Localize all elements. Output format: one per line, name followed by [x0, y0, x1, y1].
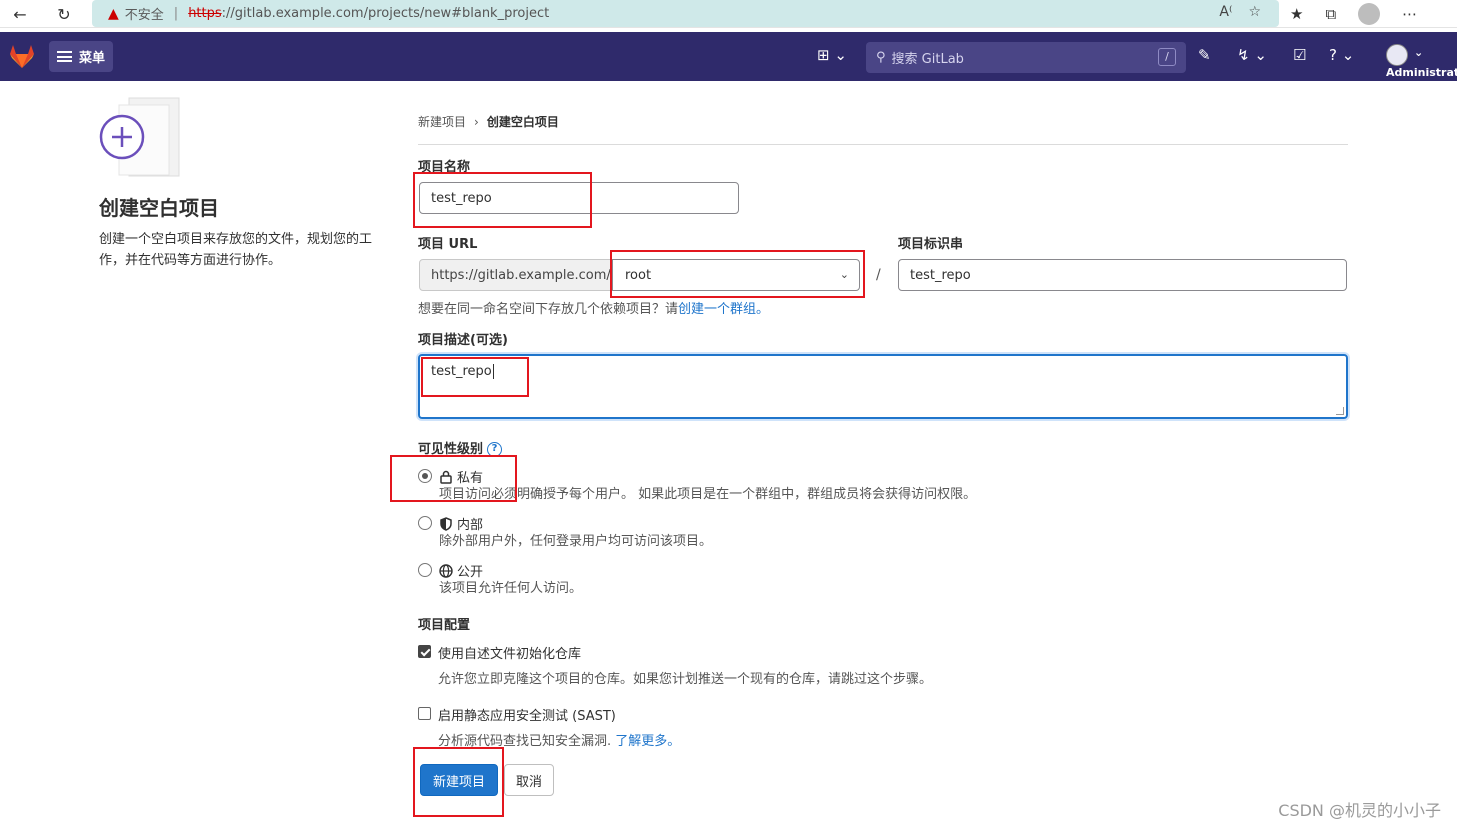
search-icon: ⚲ — [876, 50, 886, 65]
breadcrumb: 新建项目 › 创建空白项目 — [418, 113, 559, 130]
gitlab-header: 菜单 ⊞ ⌄ ⚲ 搜索 GitLab / ✎ ↯ ⌄ ☑ ? ⌄ ⌄ Admin… — [0, 32, 1457, 81]
blank-project-illustration — [99, 97, 180, 177]
visibility-desc: 该项目允许任何人访问。 — [439, 581, 583, 596]
visibility-title: 私有 — [457, 471, 484, 486]
add-favorite-icon[interactable]: ☆ — [1248, 4, 1261, 20]
create-project-button[interactable]: 新建项目 — [420, 764, 498, 796]
help-question-icon[interactable]: ? — [487, 442, 503, 457]
profile-icon[interactable] — [1358, 3, 1381, 25]
cancel-button[interactable]: 取消 — [504, 764, 554, 796]
visibility-internal-option[interactable]: 内部 除外部用户外，任何登录用户均可访问该项目。 — [418, 514, 712, 550]
read-aloud-icon[interactable]: A⁽ — [1219, 4, 1232, 20]
project-slug-value: test_repo — [910, 267, 971, 283]
reload-icon[interactable]: ↻ — [50, 0, 78, 28]
project-description-textarea[interactable]: test_repo — [418, 354, 1348, 419]
search-placeholder: 搜索 GitLab — [891, 52, 964, 67]
project-name-input[interactable]: test_repo — [419, 182, 739, 214]
page-description: 创建一个空白项目来存放您的文件，规划您的工作，并在代码等方面进行协作。 — [99, 232, 373, 268]
issues-icon[interactable]: ✎ — [1198, 46, 1211, 64]
readme-option[interactable]: 使用自述文件初始化仓库 — [418, 643, 581, 662]
more-icon[interactable]: ⋯ — [1402, 5, 1417, 23]
breadcrumb-current: 创建空白项目 — [486, 115, 559, 129]
readme-label: 使用自述文件初始化仓库 — [438, 647, 582, 662]
sast-label: 启用静态应用安全测试 (SAST) — [438, 709, 616, 724]
gitlab-logo-icon[interactable] — [8, 42, 36, 70]
project-name-label: 项目名称 — [418, 160, 471, 175]
breadcrumb-parent[interactable]: 新建项目 — [418, 113, 466, 130]
user-name: Administrator — [1386, 66, 1457, 79]
divider — [418, 144, 1348, 145]
watermark: CSDN @机灵的小小子 — [1278, 801, 1441, 820]
project-slug-input[interactable]: test_repo — [898, 259, 1347, 291]
project-description-label: 项目描述(可选) — [418, 333, 508, 348]
visibility-title: 内部 — [457, 518, 484, 533]
lock-icon — [440, 470, 452, 484]
readme-description: 允许您立即克隆这个项目的仓库。如果您计划推送一个现有的仓库，请跳过这个步骤。 — [438, 672, 933, 687]
readme-checkbox[interactable] — [418, 645, 431, 658]
url-scheme: https — [188, 6, 222, 21]
url-separator: / — [876, 267, 881, 283]
search-shortcut: / — [1158, 48, 1176, 66]
merge-requests-icon[interactable]: ↯ ⌄ — [1237, 46, 1267, 64]
project-config-label: 项目配置 — [418, 618, 471, 633]
menu-label: 菜单 — [79, 51, 106, 66]
resize-handle[interactable] — [1336, 407, 1344, 415]
todos-icon[interactable]: ☑ — [1293, 46, 1306, 64]
radio-private[interactable] — [418, 469, 432, 483]
sast-option[interactable]: 启用静态应用安全测试 (SAST) — [418, 705, 616, 724]
visibility-desc: 项目访问必须明确授予每个用户。 如果此项目是在一个群组中，群组成员将会获得访问权… — [439, 487, 977, 502]
globe-icon — [439, 563, 453, 578]
favorites-icon[interactable]: ★ — [1290, 5, 1303, 23]
project-slug-label: 项目标识串 — [898, 237, 964, 252]
group-help-text: 想要在同一命名空间下存放几个依赖项目？请创建一个群组。 — [418, 302, 770, 317]
url-text: ://gitlab.example.com/projects/new#blank… — [221, 6, 550, 21]
namespace-select[interactable]: root ⌄ — [612, 259, 860, 291]
visibility-public-option[interactable]: 公开 该项目允许任何人访问。 — [418, 561, 582, 597]
new-item-icon[interactable]: ⊞ ⌄ — [817, 46, 847, 64]
chevron-right-icon: › — [474, 114, 479, 129]
visibility-title: 公开 — [457, 565, 484, 580]
insecure-label: 不安全 — [124, 8, 164, 23]
chevron-down-icon: ⌄ — [1414, 46, 1424, 59]
visibility-private-option[interactable]: 私有 项目访问必须明确授予每个用户。 如果此项目是在一个群组中，群组成员将会获得… — [418, 467, 976, 503]
learn-more-link[interactable]: 了解更多。 — [615, 734, 680, 749]
project-name-value: test_repo — [431, 190, 492, 206]
project-description-value: test_repo — [431, 364, 492, 379]
sast-checkbox[interactable] — [418, 707, 431, 720]
url-prefix: https://gitlab.example.com/ — [419, 259, 612, 291]
sast-description: 分析源代码查找已知安全漏洞. 了解更多。 — [438, 734, 681, 749]
address-bar[interactable]: ▲ 不安全 | https://gitlab.example.com/proje… — [92, 0, 1279, 27]
visibility-label: 可见性级别? — [418, 438, 503, 457]
avatar — [1386, 44, 1408, 66]
visibility-desc: 除外部用户外，任何登录用户均可访问该项目。 — [439, 534, 713, 549]
radio-internal[interactable] — [418, 516, 432, 530]
namespace-value: root — [625, 267, 652, 283]
page-title: 创建空白项目 — [99, 196, 219, 220]
collections-icon[interactable]: ⧉ — [1325, 5, 1336, 23]
browser-toolbar: ← ↻ ▲ 不安全 | https://gitlab.example.com/p… — [0, 0, 1457, 28]
help-icon[interactable]: ? ⌄ — [1329, 46, 1354, 64]
back-icon[interactable]: ← — [6, 0, 34, 28]
create-group-link[interactable]: 创建一个群组。 — [678, 302, 769, 317]
hamburger-icon — [57, 51, 72, 62]
menu-button[interactable]: 菜单 — [49, 41, 113, 72]
search-input[interactable]: ⚲ 搜索 GitLab / — [866, 42, 1186, 73]
shield-icon — [440, 516, 452, 531]
project-url-label: 项目 URL — [418, 237, 478, 252]
warning-icon: ▲ — [108, 5, 119, 22]
radio-public[interactable] — [418, 563, 432, 577]
chevron-down-icon: ⌄ — [839, 268, 849, 281]
